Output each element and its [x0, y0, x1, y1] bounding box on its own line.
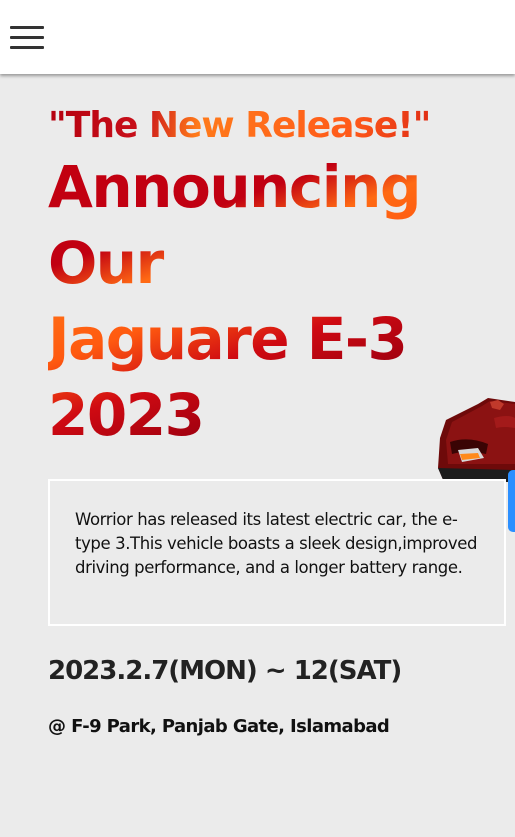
menu-icon-bar-bottom [10, 46, 44, 49]
top-navigation-bar [0, 0, 515, 74]
hero-section: "The New Release!" Announcing Our Jaguar… [48, 104, 478, 453]
menu-icon-bar-top [10, 26, 44, 29]
car-image [438, 398, 515, 482]
event-date: 2023.2.7(MON) ~ 12(SAT) [48, 656, 402, 686]
side-scroll-tab[interactable] [508, 470, 515, 532]
description-text: Worrior has released its latest electric… [75, 510, 478, 577]
menu-icon-bar-middle [10, 36, 44, 39]
hero-tagline: "The New Release!" [48, 104, 478, 147]
headline-line-3: Jaguare E-3 [48, 301, 478, 377]
event-venue: @ F-9 Park, Panjab Gate, Islamabad [48, 716, 390, 737]
headline-line-2: Our [48, 225, 478, 301]
hamburger-menu-icon[interactable] [10, 26, 44, 50]
headline-line-1: Announcing [48, 149, 478, 225]
description-box: Worrior has released its latest electric… [48, 479, 506, 626]
headline-line-4: 2023 [48, 377, 478, 453]
hero-headline: Announcing Our Jaguare E-3 2023 [48, 149, 478, 453]
